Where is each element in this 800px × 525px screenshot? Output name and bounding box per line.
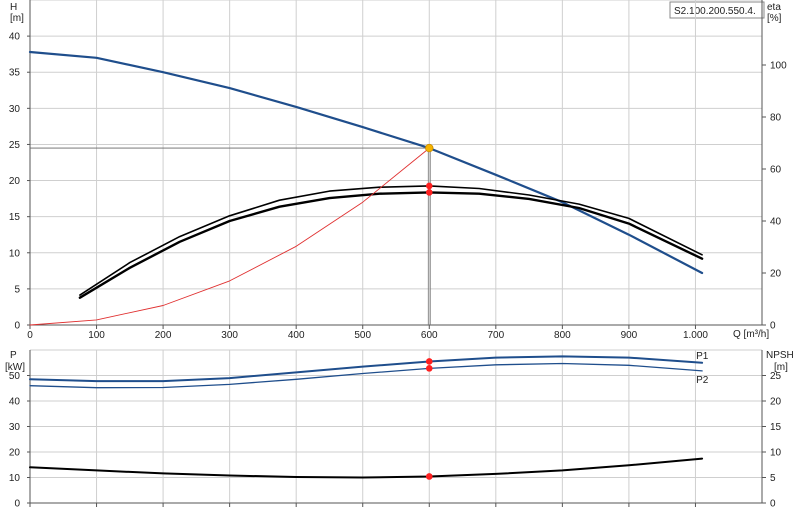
top-series-line-0 — [28, 50, 704, 275]
bottom-series-label-P2: P2 — [696, 375, 709, 386]
top-x-tick-label: 400 — [288, 330, 305, 341]
top-left-tick-label: 5 — [14, 284, 20, 295]
top-left-tick-label: 40 — [9, 32, 21, 43]
top-x-tick-label: 800 — [554, 330, 571, 341]
bottom-right-tick-label: 25 — [770, 371, 782, 382]
bottom-marker-2 — [425, 473, 433, 480]
bottom-right-tick-label: 15 — [770, 422, 782, 433]
top-left-axis-symbol: H — [10, 2, 17, 13]
top-left-tick-label: 10 — [9, 248, 21, 259]
bottom-left-tick-label: 30 — [9, 422, 21, 433]
plot-layer: 05101520253035400204060801000 100 200 300 40… — [9, 0, 787, 510]
bottom-right-tick-label: 5 — [770, 473, 776, 484]
top-series-line-2 — [78, 191, 704, 299]
bottom-marker-1 — [425, 365, 433, 372]
top-right-tick-label: 80 — [770, 113, 782, 124]
top-x-tick-label: 1.000 — [683, 330, 708, 341]
top-x-tick-label: 200 — [155, 330, 172, 341]
top-right-tick-label: 100 — [770, 61, 787, 72]
bottom-left-tick-label: 20 — [9, 448, 21, 459]
top-right-tick-label: 20 — [770, 269, 782, 280]
top-x-tick-label: 900 — [621, 330, 638, 341]
duty-point-marker — [425, 143, 434, 153]
bottom-right-tick-label: 10 — [770, 448, 782, 459]
top-x-tick-label: 500 — [354, 330, 371, 341]
top-x-tick-label: 300 — [221, 330, 238, 341]
bottom-right-tick-label: 0 — [770, 499, 776, 510]
top-x-tick-label: 0 — [27, 330, 33, 341]
bottom-left-axis-symbol: P — [10, 350, 17, 361]
bottom-series-line-2 — [29, 457, 704, 479]
top-right-axis-unit: [%] — [767, 13, 782, 24]
bottom-left-tick-label: 40 — [9, 397, 21, 408]
top-left-tick-label: 15 — [9, 212, 21, 223]
x-axis-label: Q [m³/h] — [733, 329, 769, 340]
pump-curve-chart: H [m] eta [%] Q [m³/h] P [kW] NPSH [m] S… — [0, 0, 800, 520]
eta-lower-marker — [425, 189, 433, 196]
bottom-marker-0 — [425, 358, 433, 365]
bottom-right-axis-symbol: NPSH — [766, 350, 794, 361]
top-right-tick-label: 0 — [770, 321, 776, 332]
chart-canvas: H [m] eta [%] Q [m³/h] P [kW] NPSH [m] S… — [5, 0, 794, 510]
top-left-tick-label: 30 — [9, 104, 21, 115]
top-x-tick-label: 100 — [88, 330, 105, 341]
bottom-series-line-0 — [29, 355, 704, 383]
bottom-series-label-P1: P1 — [696, 351, 709, 362]
eta-upper-marker — [425, 182, 433, 190]
bottom-left-tick-label: 10 — [9, 473, 21, 484]
top-right-tick-label: 40 — [770, 217, 782, 228]
top-left-tick-label: 20 — [9, 176, 21, 187]
top-x-tick-label: 600 — [421, 330, 438, 341]
top-left-tick-label: 25 — [9, 140, 21, 151]
top-left-tick-label: 0 — [14, 321, 20, 332]
top-left-tick-label: 35 — [9, 68, 21, 79]
top-series-line-1 — [79, 185, 703, 296]
bottom-left-tick-label: 50 — [9, 371, 21, 382]
bottom-right-tick-label: 20 — [770, 397, 782, 408]
top-x-tick-label: 700 — [487, 330, 504, 341]
model-label: S2.100.200.550.4. — [674, 6, 756, 17]
top-right-axis-symbol: eta — [767, 2, 781, 13]
top-right-tick-label: 60 — [770, 165, 782, 176]
top-left-axis-unit: [m] — [10, 13, 24, 24]
bottom-left-tick-label: 0 — [14, 499, 20, 510]
